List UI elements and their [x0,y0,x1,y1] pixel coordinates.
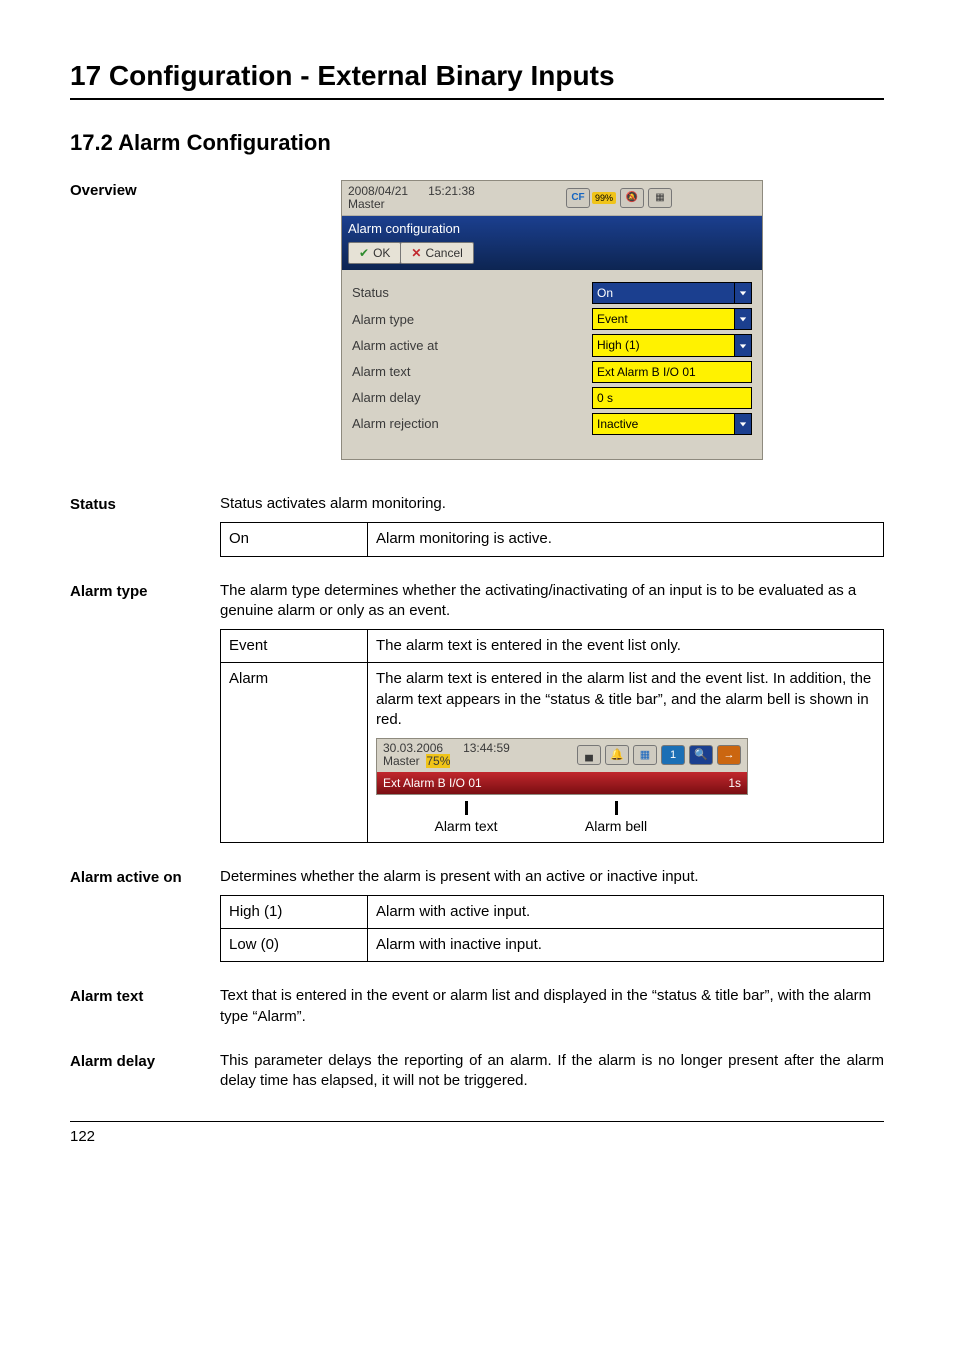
config-row-label: Alarm rejection [352,415,592,433]
config-row: Alarm delay0 s [352,387,752,409]
shot-time: 15:21:38 [428,184,475,198]
slot-empty [704,188,728,208]
arrow-label-text: Alarm text [434,818,497,834]
config-row: Alarm textExt Alarm B I/O 01 [352,361,752,383]
keypad-icon: ▦ [648,188,672,208]
alarm-text-para: Text that is entered in the event or ala… [220,986,884,1027]
mini-red-text: Ext Alarm B I/O 01 [383,775,728,791]
config-row-label: Status [352,284,592,302]
arrow-tick [465,801,468,815]
chevron-down-icon[interactable] [735,413,752,435]
label-overview: Overview [70,180,220,199]
active-low-key: Low (0) [221,929,368,962]
bell-icon: 🔔 [605,745,629,765]
label-alarm-type: Alarm type [70,581,220,600]
config-row: StatusOn [352,282,752,304]
shot-master: Master [348,197,385,211]
alarm-config-screenshot: 2008/04/21 15:21:38 Master CF 99% 🔕 ▦ Al… [341,180,763,460]
zoom-icon: 🔍 [689,745,713,765]
label-alarm-text: Alarm text [70,986,220,1005]
config-row-label: Alarm text [352,363,592,381]
config-field[interactable]: On [592,282,735,304]
chapter-rule [70,98,884,100]
status-text: Status activates alarm monitoring. [220,494,884,514]
config-field[interactable]: Ext Alarm B I/O 01 [592,361,752,383]
shot-pct: 99% [592,192,616,204]
cancel-button[interactable]: ✕Cancel [400,242,473,264]
bell-muted-icon: 🔕 [620,188,644,208]
mini-pct: 75% [426,754,450,768]
config-row: Alarm active atHigh (1) [352,334,752,356]
config-row: Alarm rejectionInactive [352,413,752,435]
active-high-val: Alarm with active input. [368,895,884,928]
mini-time: 13:44:59 [463,741,510,755]
cf-icon: CF [566,188,590,208]
label-alarm-delay: Alarm delay [70,1051,220,1070]
battery-icon: ▄ [577,745,601,765]
config-row-label: Alarm delay [352,389,592,407]
ok-button[interactable]: ✔OK [348,242,401,264]
status-table-key: On [221,523,368,556]
chevron-down-icon[interactable] [735,334,752,356]
alarm-active-text: Determines whether the alarm is present … [220,867,884,887]
config-row-label: Alarm type [352,311,592,329]
event-key: Event [221,630,368,663]
mini-master: Master [383,754,420,768]
arrow-tick [615,801,618,815]
mini-red-right: 1s [728,775,741,791]
page-number: 122 [70,1128,95,1145]
slot-empty [676,188,700,208]
alarm-val: The alarm text is entered in the alarm l… [368,663,884,842]
active-high-key: High (1) [221,895,368,928]
shot-title: Alarm configuration [348,220,756,238]
chevron-down-icon[interactable] [735,308,752,330]
config-field[interactable]: High (1) [592,334,735,356]
status-table-val: Alarm monitoring is active. [368,523,884,556]
config-field[interactable]: 0 s [592,387,752,409]
chart-icon: ▦ [633,745,657,765]
event-val: The alarm text is entered in the event l… [368,630,884,663]
label-status: Status [70,494,220,513]
label-alarm-active-on: Alarm active on [70,867,220,886]
alarm-delay-para: This parameter delays the reporting of a… [220,1051,884,1092]
mini-screenshot: 30.03.2006 13:44:59 Master 75% ▄ 🔔 ▦ 1 🔍 [376,738,748,795]
alarm-key: Alarm [221,663,368,842]
config-field[interactable]: Event [592,308,735,330]
active-low-val: Alarm with inactive input. [368,929,884,962]
forward-icon: → [717,745,741,765]
one-icon: 1 [661,745,685,765]
config-row: Alarm typeEvent [352,308,752,330]
slot-empty [732,188,756,208]
shot-date: 2008/04/21 [348,184,408,198]
chevron-down-icon[interactable] [735,282,752,304]
mini-date: 30.03.2006 [383,741,443,755]
arrow-label-bell: Alarm bell [585,818,647,834]
config-row-label: Alarm active at [352,337,592,355]
section-title: 17.2 Alarm Configuration [70,130,884,156]
chapter-title: 17 Configuration - External Binary Input… [70,60,884,92]
alarm-type-text: The alarm type determines whether the ac… [220,581,884,622]
config-field[interactable]: Inactive [592,413,735,435]
